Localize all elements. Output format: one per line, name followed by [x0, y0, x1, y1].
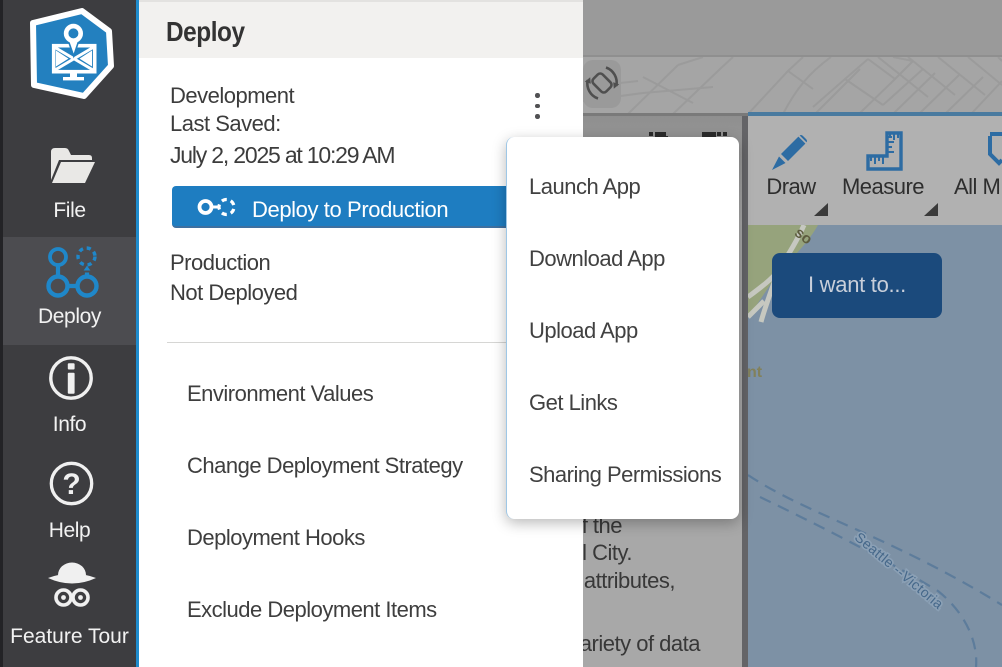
svg-text:?: ?	[62, 468, 80, 501]
svg-text:nt: nt	[748, 364, 763, 381]
